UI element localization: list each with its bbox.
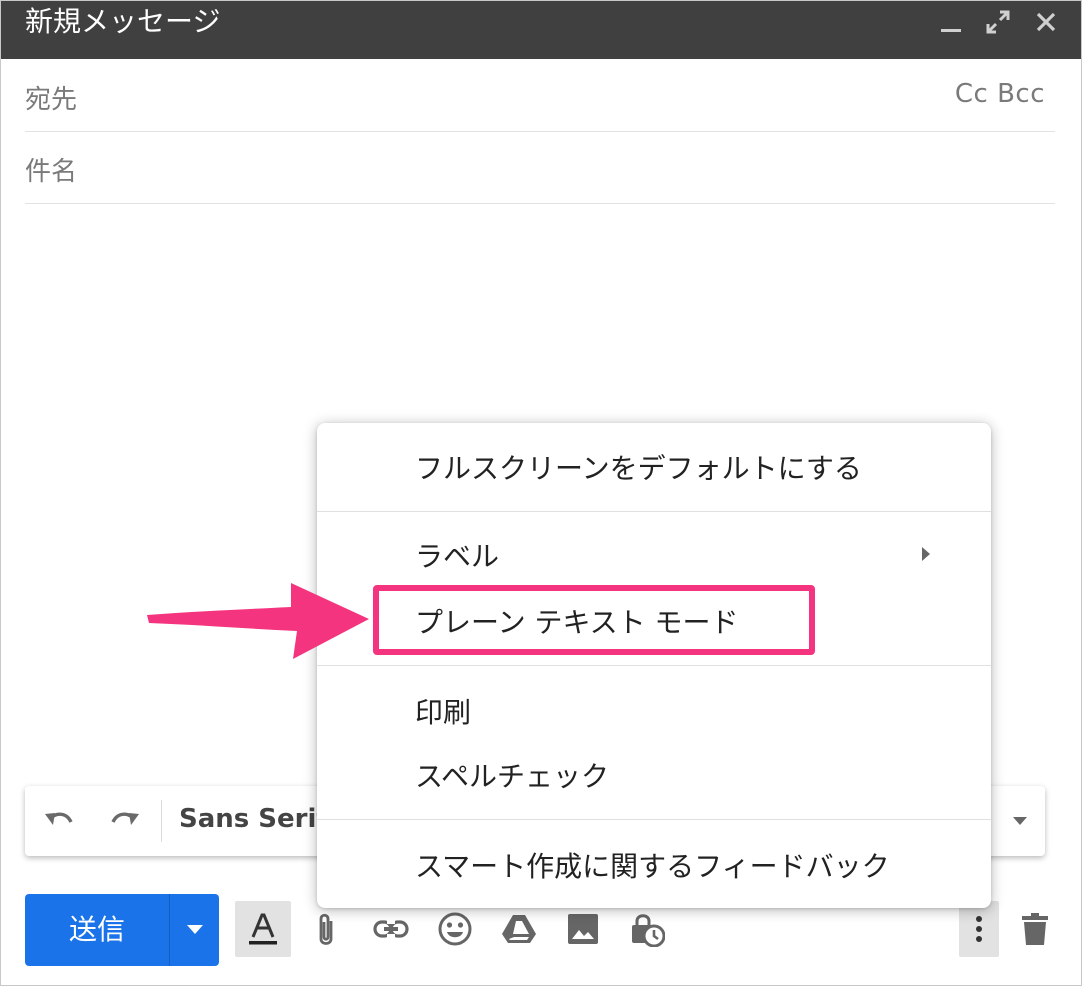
title-bar: 新規メッセージ xyxy=(1,1,1081,59)
photo-icon[interactable] xyxy=(555,901,611,957)
send-options-caret-icon[interactable] xyxy=(185,922,205,938)
attachment-icon[interactable] xyxy=(299,901,355,957)
menu-item-label: 印刷 xyxy=(415,696,472,729)
pointer-arrow-icon xyxy=(147,583,369,659)
emoji-icon[interactable] xyxy=(427,901,483,957)
font-family-select[interactable]: Sans Serif xyxy=(179,804,328,834)
compose-window: 新規メッセージ 宛先 Cc Bcc 件名 Sans Serif 送信 フルスクリ… xyxy=(0,0,1082,986)
subject-label: 件名 xyxy=(25,157,78,187)
send-split-divider xyxy=(169,894,170,966)
undo-icon[interactable] xyxy=(41,804,77,840)
fullscreen-icon[interactable] xyxy=(983,7,1013,37)
highlight-box xyxy=(373,585,815,655)
minimize-icon[interactable] xyxy=(935,7,965,37)
menu-item-print[interactable]: 印刷 xyxy=(317,679,991,741)
menu-item-label: スマート作成に関するフィードバック xyxy=(415,850,890,883)
drive-icon[interactable] xyxy=(491,901,547,957)
menu-divider xyxy=(317,819,991,820)
menu-divider xyxy=(317,511,991,512)
menu-item-label-submenu[interactable]: ラベル xyxy=(317,523,991,585)
more-options-menu: フルスクリーンをデフォルトにする ラベル プレーン テキスト モード 印刷 スペ… xyxy=(317,423,991,908)
menu-item-smart-compose-feedback[interactable]: スマート作成に関するフィードバック xyxy=(317,833,991,895)
menu-divider xyxy=(317,665,991,666)
menu-item-spellcheck[interactable]: スペルチェック xyxy=(317,743,991,805)
close-icon[interactable] xyxy=(1031,7,1061,37)
menu-item-label: ラベル xyxy=(415,540,500,573)
send-label: 送信 xyxy=(68,913,125,946)
cc-bcc-link[interactable]: Cc Bcc xyxy=(955,79,1045,109)
confidential-mode-icon[interactable] xyxy=(619,901,675,957)
text-format-icon[interactable] xyxy=(235,901,291,957)
more-options-icon[interactable] xyxy=(959,901,999,957)
to-field[interactable]: 宛先 Cc Bcc xyxy=(25,61,1055,132)
dropdown-arrow-icon[interactable] xyxy=(1011,812,1029,830)
toolbar-separator xyxy=(161,800,162,842)
subject-field[interactable]: 件名 xyxy=(25,133,1055,204)
window-title: 新規メッセージ xyxy=(25,5,221,38)
menu-item-label: スペルチェック xyxy=(415,760,610,793)
link-icon[interactable] xyxy=(363,901,419,957)
redo-icon[interactable] xyxy=(107,804,143,840)
send-button[interactable]: 送信 xyxy=(25,894,219,966)
trash-icon[interactable] xyxy=(1007,901,1063,957)
to-label: 宛先 xyxy=(25,85,78,115)
menu-item-fullscreen-default[interactable]: フルスクリーンをデフォルトにする xyxy=(317,435,991,497)
submenu-arrow-icon xyxy=(919,545,933,563)
menu-item-label: フルスクリーンをデフォルトにする xyxy=(415,452,862,485)
